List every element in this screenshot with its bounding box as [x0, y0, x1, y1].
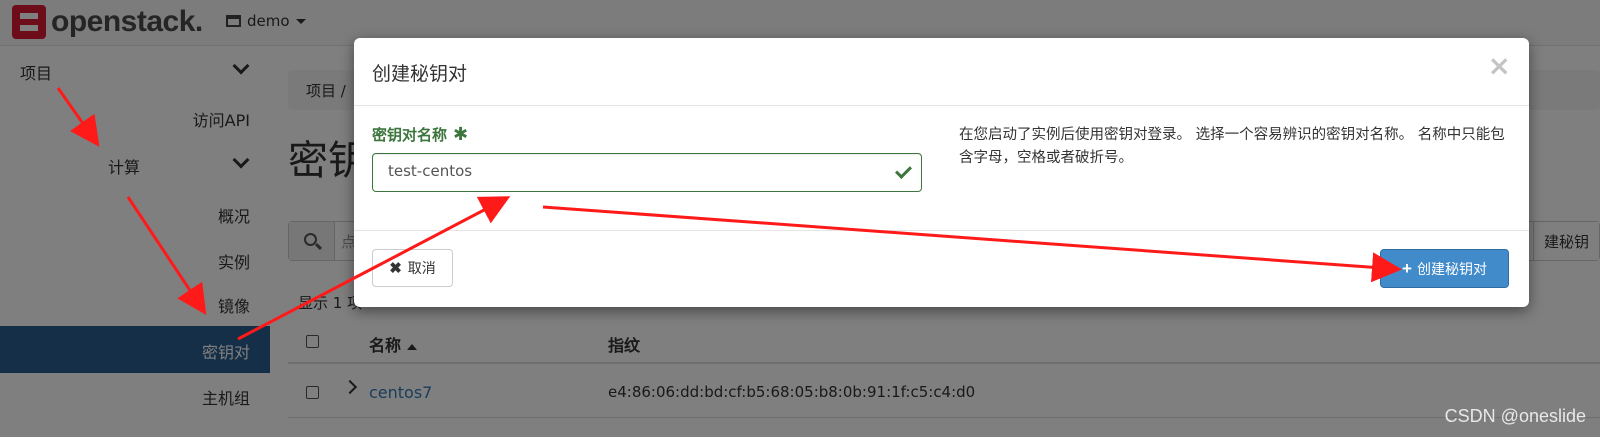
annotation-arrow — [237, 196, 511, 341]
watermark: CSDN @oneslide — [1444, 406, 1586, 426]
annotation-arrow — [126, 196, 207, 315]
annotation-arrows — [56, 87, 1402, 341]
annotation-arrow — [56, 87, 100, 147]
annotation-arrow — [542, 205, 1402, 283]
